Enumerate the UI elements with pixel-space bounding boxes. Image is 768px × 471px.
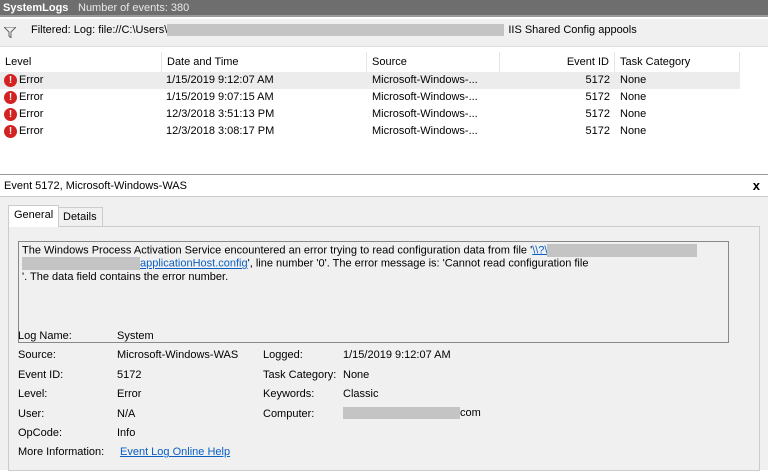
cell-source: Microsoft-Windows-... bbox=[372, 108, 478, 120]
table-row[interactable]: ! Error 12/3/2018 3:51:13 PM Microsoft-W… bbox=[0, 106, 740, 123]
filter-bar: Filtered: Log: file://C:\Users\ IIS Share… bbox=[0, 19, 768, 47]
tab-general[interactable]: General bbox=[8, 205, 60, 227]
prop-label-logged: Logged: bbox=[263, 349, 303, 362]
cell-event-id: 5172 bbox=[585, 74, 610, 86]
prop-label-computer: Computer: bbox=[263, 407, 315, 420]
prop-label-event-id: Event ID: bbox=[18, 368, 64, 381]
error-icon: ! bbox=[4, 108, 17, 121]
cell-level: Error bbox=[19, 108, 44, 120]
prop-value-log-name: System bbox=[117, 330, 154, 342]
prop-value-computer: com bbox=[343, 407, 481, 419]
prop-label-task: Task Category: bbox=[263, 368, 337, 381]
config-file-link[interactable]: applicationHost.config bbox=[140, 258, 248, 270]
prop-value-logged: 1/15/2019 9:12:07 AM bbox=[343, 349, 451, 362]
error-icon: ! bbox=[4, 125, 17, 138]
config-path-link[interactable]: \\?\ bbox=[532, 244, 547, 256]
redacted-path bbox=[22, 257, 140, 271]
cell-task-category: None bbox=[620, 108, 647, 120]
prop-value-task: None bbox=[343, 368, 370, 381]
title-bar: SystemLogs Number of events: 380 bbox=[0, 0, 768, 17]
prop-value-source: Microsoft-Windows-WAS bbox=[117, 349, 239, 362]
prop-label-user: User: bbox=[18, 407, 45, 420]
log-title: SystemLogs bbox=[3, 2, 69, 14]
cell-source: Microsoft-Windows-... bbox=[372, 74, 478, 86]
cell-level: Error bbox=[19, 74, 44, 86]
filter-icon bbox=[4, 27, 16, 38]
cell-event-id: 5172 bbox=[585, 125, 610, 137]
cell-date: 12/3/2018 3:51:13 PM bbox=[166, 108, 275, 120]
cell-level: Error bbox=[19, 91, 44, 103]
redacted-path bbox=[547, 244, 698, 257]
cell-level: Error bbox=[19, 125, 44, 137]
prop-value-user: N/A bbox=[117, 407, 136, 420]
filter-description: Filtered: Log: file://C:\Users\ IIS Share… bbox=[31, 24, 637, 37]
cell-task-category: None bbox=[620, 74, 647, 86]
cell-task-category: None bbox=[620, 91, 647, 103]
column-header-level[interactable]: Level bbox=[0, 52, 162, 72]
table-row[interactable]: ! Error 1/15/2019 9:07:15 AM Microsoft-W… bbox=[0, 89, 740, 106]
prop-label-level: Level: bbox=[18, 388, 48, 401]
event-detail-pane: Event 5172, Microsoft-Windows-WAS x Gene… bbox=[0, 174, 768, 471]
detail-title: Event 5172, Microsoft-Windows-WAS bbox=[4, 180, 187, 192]
prop-value-opcode: Info bbox=[117, 427, 136, 439]
prop-label-more: More Information: bbox=[18, 446, 105, 459]
cell-date: 1/15/2019 9:07:15 AM bbox=[166, 91, 274, 103]
cell-date: 12/3/2018 3:08:17 PM bbox=[166, 125, 275, 137]
column-header-source[interactable]: Source bbox=[367, 52, 500, 72]
table-row[interactable]: ! Error 1/15/2019 9:12:07 AM Microsoft-W… bbox=[0, 72, 740, 89]
redacted-path bbox=[167, 24, 505, 37]
cell-source: Microsoft-Windows-... bbox=[372, 91, 478, 103]
event-count: Number of events: 380 bbox=[78, 2, 190, 14]
detail-header: Event 5172, Microsoft-Windows-WAS x bbox=[0, 175, 768, 197]
column-header-task-category[interactable]: Task Category bbox=[615, 52, 740, 72]
redacted-computer-name bbox=[343, 406, 460, 419]
event-log-online-help-link[interactable]: Event Log Online Help bbox=[120, 446, 230, 458]
close-icon[interactable]: x bbox=[753, 175, 760, 197]
prop-value-event-id: 5172 bbox=[117, 368, 142, 381]
cell-source: Microsoft-Windows-... bbox=[372, 125, 478, 137]
prop-label-log-name: Log Name: bbox=[18, 330, 72, 342]
prop-label-opcode: OpCode: bbox=[18, 427, 63, 439]
prop-value-keywords: Classic bbox=[343, 388, 379, 401]
error-icon: ! bbox=[4, 74, 17, 87]
event-message[interactable]: The Windows Process Activation Service e… bbox=[18, 241, 729, 343]
prop-value-level: Error bbox=[117, 388, 142, 401]
events-table: Level Date and Time Source Event ID Task… bbox=[0, 50, 768, 172]
column-header-event-id[interactable]: Event ID bbox=[500, 52, 615, 72]
cell-date: 1/15/2019 9:12:07 AM bbox=[166, 74, 274, 86]
prop-label-keywords: Keywords: bbox=[263, 388, 315, 401]
cell-event-id: 5172 bbox=[585, 108, 610, 120]
prop-label-source: Source: bbox=[18, 349, 56, 362]
error-icon: ! bbox=[4, 91, 17, 104]
table-row[interactable]: ! Error 12/3/2018 3:08:17 PM Microsoft-W… bbox=[0, 123, 740, 140]
column-header-date[interactable]: Date and Time bbox=[162, 52, 367, 72]
cell-task-category: None bbox=[620, 125, 647, 137]
tab-details[interactable]: Details bbox=[57, 207, 103, 227]
cell-event-id: 5172 bbox=[585, 91, 610, 103]
